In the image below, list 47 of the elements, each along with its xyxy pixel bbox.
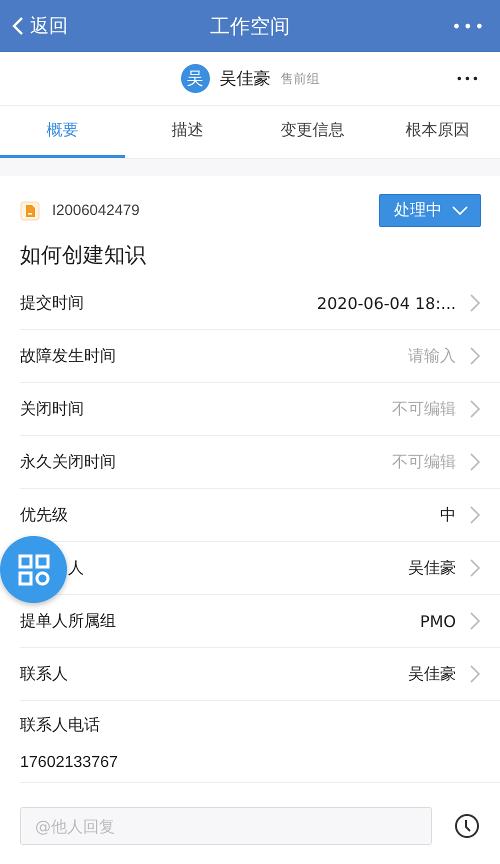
status-dropdown[interactable]: 处理中 — [379, 194, 481, 227]
field-label: 人 — [68, 558, 84, 578]
ticket-id: I2006042479 — [52, 202, 140, 219]
tab[interactable]: 描述 — [125, 106, 250, 158]
chevron-icon — [470, 453, 480, 471]
field-label: 提交时间 — [20, 292, 84, 314]
document-icon — [20, 200, 40, 220]
grid-icon — [18, 554, 50, 586]
field-label: 关闭时间 — [20, 398, 84, 420]
field-label: 联系人电话 — [20, 715, 101, 736]
field-value: 吴佳豪 — [408, 558, 456, 578]
user-group: 售前组 — [280, 70, 320, 88]
apps-button[interactable] — [0, 536, 67, 603]
chevron-icon — [470, 559, 480, 577]
chevron-down-icon — [452, 206, 468, 216]
user-name: 吴佳豪 — [220, 68, 270, 90]
back-button[interactable]: 返回 — [12, 13, 68, 39]
clock-icon[interactable] — [454, 813, 480, 839]
back-icon — [12, 16, 24, 36]
chevron-icon — [470, 506, 480, 524]
chevron-icon — [470, 400, 480, 418]
chevron-icon — [470, 347, 480, 365]
field-value: 不可编辑 — [392, 452, 456, 472]
field-label: 故障发生时间 — [20, 346, 116, 366]
tab[interactable]: 根本原因 — [375, 106, 500, 158]
field-value: 17602133767 — [20, 754, 119, 772]
reply-field[interactable]: @他人回复 — [20, 807, 432, 845]
chevron-icon — [470, 665, 480, 683]
field-value: 不可编辑 — [392, 398, 456, 420]
field-label: 提单人所属组 — [20, 610, 116, 632]
field-label: 永久关闭时间 — [20, 452, 116, 472]
window-title: 工作空间 — [209, 12, 291, 40]
field-label: 联系人 — [20, 664, 68, 684]
more-button[interactable]: ••• — [452, 16, 486, 36]
tab[interactable]: 变更信息 — [250, 106, 375, 158]
chevron-icon — [470, 612, 480, 630]
field-value: 吴佳豪 — [408, 664, 456, 684]
avatar: 吴 — [180, 64, 210, 93]
tab[interactable]: 概要 — [0, 106, 125, 158]
field-label: 优先级 — [20, 504, 68, 526]
more-button[interactable]: ••• — [456, 72, 480, 86]
field-value: 2020-06-04 18:... — [316, 294, 456, 312]
ticket-title: 如何创建知识 — [19, 242, 147, 269]
input-field[interactable]: 请输入 — [408, 346, 456, 366]
chevron-icon — [470, 294, 480, 312]
field-value: 中 — [440, 504, 456, 526]
field-value: PMO — [420, 612, 456, 630]
